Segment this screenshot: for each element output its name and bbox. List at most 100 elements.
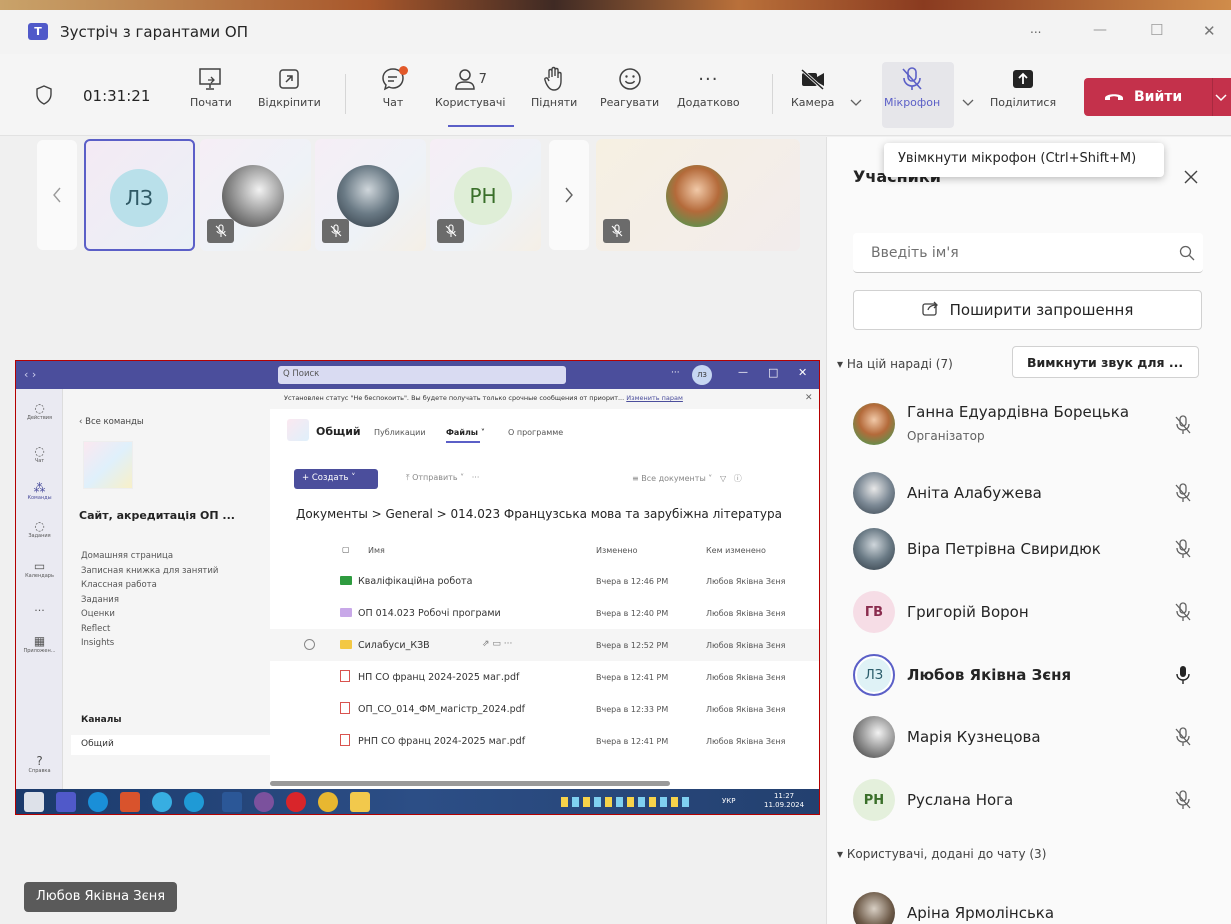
back-label: Все команды — [85, 417, 144, 427]
rail-item-calendar: ▭ Календарь — [16, 559, 63, 579]
participant-name: Любов Яківна Зєня — [907, 666, 1072, 684]
channel-title: Общий — [316, 425, 361, 438]
people-count: 7 — [478, 71, 487, 87]
file-name: ОП 014.023 Робочі програми — [358, 608, 501, 619]
microphone-button[interactable]: Мікрофон — [884, 62, 940, 109]
chat-users-section-toggle[interactable]: ▾ Користувачі, додані до чату (3) — [837, 847, 1046, 861]
file-modified: Вчера в 12:33 PM — [596, 705, 669, 714]
meeting-timer: 01:31:21 — [83, 87, 151, 105]
clock: 11:27 11.09.2024 — [764, 792, 804, 810]
leave-options-chevron-down-icon[interactable] — [1212, 78, 1231, 116]
tab-about: О программе — [508, 428, 564, 437]
assignments-icon: ◌ — [34, 519, 45, 533]
people-button[interactable]: 7 Користувачі — [435, 62, 505, 109]
raise-hand-button[interactable]: Підняти — [531, 62, 577, 109]
smiley-icon — [618, 62, 642, 96]
file-modified-by: Любов Яківна Зєня — [706, 673, 786, 682]
rail-label: Действия — [26, 415, 53, 421]
file-type-icon: ▢ — [342, 545, 350, 554]
viber-taskbar-icon — [254, 792, 274, 812]
more-options-button[interactable]: ... — [1030, 22, 1048, 36]
mic-off-icon — [1174, 539, 1192, 563]
close-icon: ✕ — [798, 366, 808, 379]
banner-link: Изменить парам — [626, 394, 683, 402]
participant-row[interactable]: ГВ Григорій Ворон — [827, 581, 1231, 643]
language-indicator: УКР — [722, 797, 736, 805]
participant-row[interactable]: Віра Петрівна Свиридюк — [827, 518, 1231, 580]
raise-label: Підняти — [531, 96, 578, 109]
avatar — [666, 165, 728, 227]
share-screen-button[interactable]: Поділитися — [990, 62, 1056, 109]
share-label: Поділитися — [990, 96, 1057, 109]
participant-row[interactable]: Аніта Алабужева — [827, 462, 1231, 524]
folder-icon — [340, 640, 352, 649]
participant-name: Руслана Нога — [907, 791, 1014, 809]
participant-name: Григорій Ворон — [907, 603, 1029, 621]
video-tile[interactable] — [596, 139, 800, 251]
file-table-header: ▢ Имя Изменено Кем изменено — [270, 539, 819, 565]
leave-button[interactable]: Вийти — [1084, 78, 1212, 116]
file-row: ОП_СО_014_ФМ_магістр_2024.pdf Вчера в 12:… — [270, 693, 819, 725]
camera-options-chevron-down-icon[interactable] — [850, 92, 862, 111]
team-name: Сайт, акредитація ОП ... — [79, 509, 235, 522]
video-tile[interactable]: РН — [430, 139, 541, 251]
video-tile[interactable] — [200, 139, 311, 251]
app-taskbar-icon — [120, 792, 140, 812]
shared-app-rail: ◌ Действия ◌ Чат ⁂ Команды ◌ Задания ▭ Календ… — [16, 389, 63, 789]
minimize-button[interactable]: — — [1093, 22, 1107, 38]
video-tile[interactable]: ЛЗ — [84, 139, 195, 251]
participant-row[interactable]: Ганна Едуардівна Борецька Організатор — [827, 393, 1231, 455]
file-modified-by: Любов Яківна Зєня — [706, 737, 786, 746]
file-modified: Вчера в 12:41 PM — [596, 737, 669, 746]
section-label: Користувачі, додані до чату (3) — [846, 847, 1047, 861]
participant-row[interactable]: ЛЗ Любов Яківна Зєня — [827, 644, 1231, 706]
maximize-icon: □ — [768, 366, 779, 379]
phone-hangup-icon — [1104, 89, 1124, 105]
chrome-taskbar-icon — [318, 792, 338, 812]
teams-taskbar-icon — [56, 792, 76, 812]
participant-row[interactable]: Марія Кузнецова — [827, 706, 1231, 768]
camera-button[interactable]: Камера — [791, 62, 834, 109]
tab-posts: Публикации — [374, 428, 426, 437]
gallery-prev-button[interactable] — [37, 140, 77, 250]
title-bar: T Зустріч з гарантами ОП ... — ☐ ✕ — [0, 10, 1231, 54]
mute-all-button[interactable]: Вимкнути звук для ... — [1012, 346, 1199, 378]
file-name: Кваліфікаційна робота — [358, 576, 473, 587]
participant-search-input[interactable]: Введіть ім'я — [853, 233, 1203, 273]
in-meeting-section-toggle[interactable]: ▾ На цій нараді (7) — [837, 357, 953, 371]
unpin-button[interactable]: Відкріпити — [258, 62, 321, 109]
invite-button[interactable]: Поширити запрошення — [853, 290, 1202, 330]
gallery-next-button[interactable] — [549, 140, 589, 250]
horizontal-scrollbar — [270, 781, 670, 786]
more-actions-button[interactable]: ··· Додатково — [677, 62, 740, 110]
close-panel-button[interactable] — [1184, 169, 1198, 188]
shared-search-box: Q Поиск — [278, 366, 566, 384]
more-label: Додатково — [677, 96, 740, 109]
file-name: Силабуси_КЗВ — [358, 640, 430, 651]
video-tile[interactable] — [315, 139, 426, 251]
explorer-taskbar-icon — [350, 792, 370, 812]
team-nav-item: Классная работа — [81, 580, 157, 590]
mic-options-chevron-down-icon[interactable] — [962, 92, 974, 111]
react-button[interactable]: Реагувати — [600, 62, 659, 109]
close-icon: ✕ — [805, 393, 813, 403]
pdf-icon — [340, 702, 350, 714]
maximize-button[interactable]: ☐ — [1150, 21, 1163, 39]
shared-screen: ‹ › Q Поиск ··· ЛЗ — □ ✕ ◌ Действия ◌ Чат … — [15, 360, 820, 815]
start-recording-button[interactable]: Почати — [190, 62, 232, 109]
column-name: Имя — [368, 546, 385, 555]
row-actions-icon: ⇗ ▭ ··· — [482, 639, 513, 649]
chat-icon: ◌ — [34, 444, 45, 458]
team-nav-item: Reflect — [81, 623, 111, 634]
chat-button[interactable]: Чат — [380, 62, 408, 109]
participant-row[interactable]: РН Руслана Нога — [827, 769, 1231, 831]
skype-taskbar-icon — [88, 792, 108, 812]
file-modified: Вчера в 12:52 PM — [596, 641, 669, 650]
close-window-button[interactable]: ✕ — [1203, 22, 1216, 40]
participant-row[interactable]: Аріна Ярмолінська — [827, 882, 1231, 924]
file-row: Кваліфікаційна робота Вчера в 12:46 PM Люб… — [270, 565, 819, 597]
shared-files-view: Установлен статус "Не беспокоить". Вы бу… — [270, 389, 819, 789]
telegram-taskbar-icon — [152, 792, 172, 812]
rail-label: Приложен... — [23, 648, 56, 654]
avatar — [853, 403, 895, 445]
